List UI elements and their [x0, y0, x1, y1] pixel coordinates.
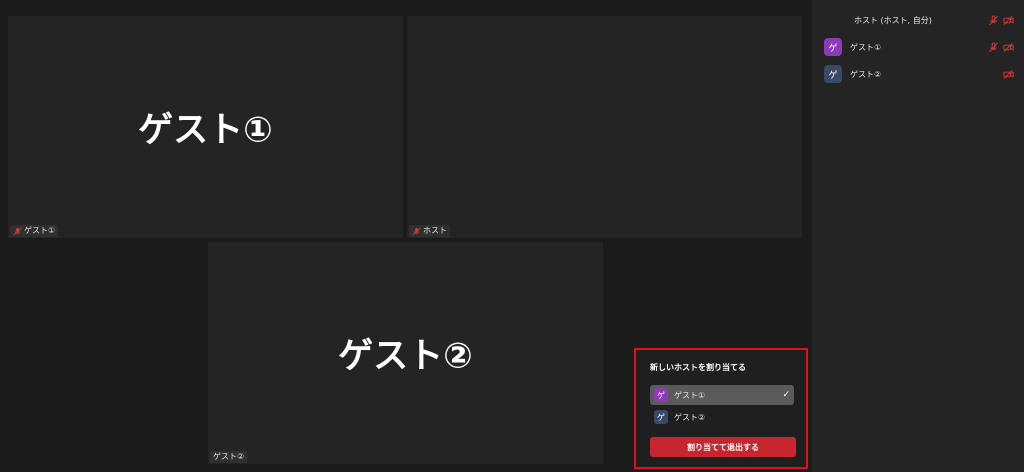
tile-name-label: ゲスト① — [10, 225, 59, 237]
tile-display-name: ゲスト② — [338, 336, 473, 377]
participant-name: ホスト (ホスト, 自分) — [854, 15, 932, 25]
avatar: ゲ — [654, 410, 668, 424]
microphone-off-icon — [13, 227, 22, 235]
tile-label-text: ゲスト① — [24, 226, 56, 235]
tile-label-text: ゲスト② — [213, 452, 245, 461]
camera-off-icon — [1003, 69, 1014, 79]
avatar — [824, 11, 842, 29]
tile-name-label: ゲスト② — [210, 451, 248, 463]
check-icon: ✓ — [782, 390, 790, 400]
camera-off-icon — [1003, 42, 1014, 52]
dialog-title: 新しいホストを割り当てる — [650, 363, 746, 372]
avatar: ゲ — [824, 38, 842, 56]
option-label: ゲスト① — [674, 390, 706, 400]
video-tile-guest1[interactable]: ゲスト① ゲスト① — [8, 16, 403, 238]
avatar: ゲ — [824, 65, 842, 83]
participant-row-host[interactable]: ホスト (ホスト, 自分) — [824, 10, 1014, 30]
tile-label-text: ホスト — [423, 226, 447, 235]
assign-host-dialog: 新しいホストを割り当てる ゲ ゲスト① ✓ ゲ ゲスト② 割り当てて退出する — [634, 348, 808, 469]
camera-off-icon — [1003, 15, 1014, 25]
microphone-off-icon — [989, 14, 998, 25]
participant-row-guest2[interactable]: ゲ ゲスト② — [824, 64, 1014, 84]
participant-row-guest1[interactable]: ゲ ゲスト① — [824, 37, 1014, 57]
tile-display-name: ゲスト① — [138, 110, 273, 151]
video-tile-host[interactable]: ホスト — [407, 16, 802, 238]
participant-name: ゲスト① — [850, 42, 882, 52]
video-tile-guest2[interactable]: ゲスト② ゲスト② — [208, 242, 603, 464]
microphone-off-icon — [412, 227, 421, 235]
microphone-off-icon — [989, 41, 998, 52]
participant-name: ゲスト② — [850, 69, 882, 79]
avatar: ゲ — [654, 388, 668, 402]
host-option-guest1[interactable]: ゲ ゲスト① ✓ — [650, 385, 794, 405]
participants-panel: ホスト (ホスト, 自分) ゲ ゲスト① ゲ ゲスト② — [812, 0, 1024, 472]
tile-name-label: ホスト — [409, 225, 450, 237]
host-option-guest2[interactable]: ゲ ゲスト② — [650, 407, 794, 427]
assign-and-leave-button[interactable]: 割り当てて退出する — [650, 437, 796, 457]
option-label: ゲスト② — [674, 412, 706, 422]
